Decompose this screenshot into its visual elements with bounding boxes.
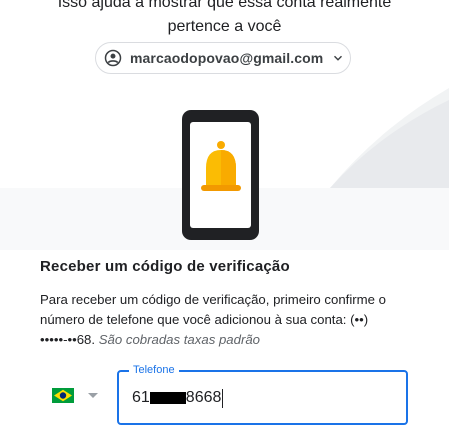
brazil-flag-icon [52, 388, 74, 403]
verification-heading: Receber um código de verificação [40, 258, 290, 275]
account-chip[interactable]: marcaodopovao@gmail.com [95, 42, 351, 74]
account-email: marcaodopovao@gmail.com [130, 50, 324, 66]
verification-description: Para receber um código de verificação, p… [40, 290, 440, 350]
phone-label: Telefone [129, 363, 179, 377]
description-line-2: número de telefone que você adicionou à … [40, 312, 369, 327]
phone-value[interactable]: 61 8668 [132, 388, 224, 408]
description-line-1: Para receber um código de verificação, p… [40, 292, 386, 307]
phone-value-prefix: 61 [132, 389, 150, 406]
country-selector[interactable] [52, 388, 98, 403]
account-circle-icon [104, 49, 122, 67]
subtitle-line-1: Isso ajuda a mostrar que essa conta real… [57, 0, 392, 11]
subtitle-line-2: pertence a você [167, 18, 282, 35]
text-cursor [222, 388, 224, 408]
redaction-bar [149, 392, 186, 404]
phone-bell-illustration [0, 88, 449, 250]
masked-number: •••••-••68. [40, 332, 96, 347]
fee-notice: São cobradas taxas padrão [98, 332, 261, 347]
phone-value-suffix: 8668 [185, 389, 222, 406]
chevron-down-icon [334, 55, 343, 61]
phone-input[interactable]: Telefone 61 8668 [117, 363, 408, 425]
dropdown-caret-icon [88, 393, 98, 398]
subtitle: Isso ajuda a mostrar que essa conta real… [0, 0, 449, 39]
description-line-3: •••••-••68. São cobradas taxas padrão [40, 330, 440, 350]
